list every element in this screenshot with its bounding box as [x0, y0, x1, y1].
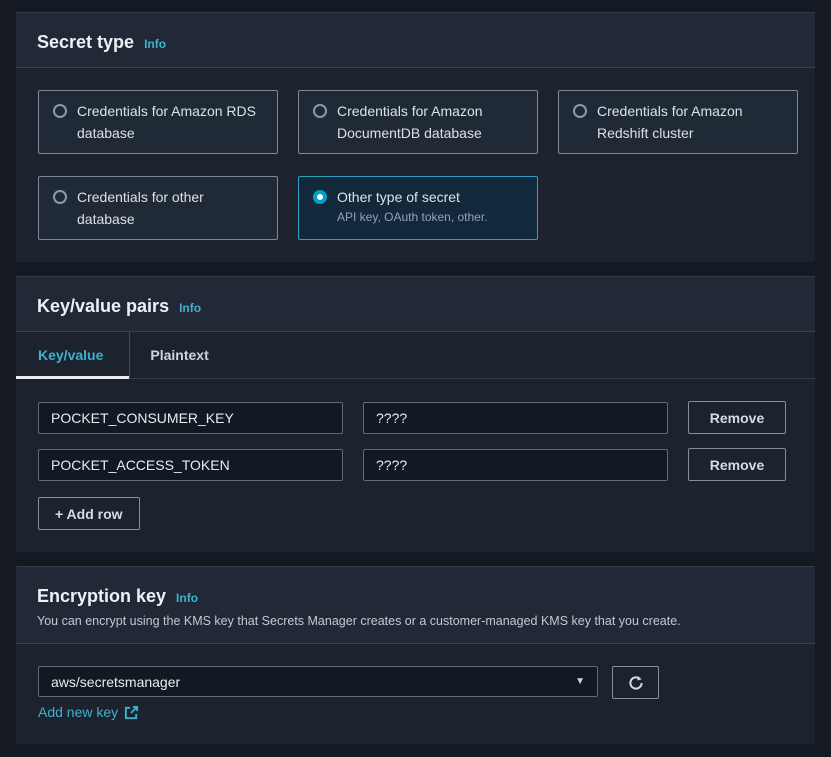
encryption-key-description: You can encrypt using the KMS key that S… — [37, 613, 794, 629]
radio-card-other-secret[interactable]: Other type of secret API key, OAuth toke… — [298, 176, 538, 240]
encryption-key-header: Encryption key Info You can encrypt usin… — [16, 567, 815, 644]
encryption-key-panel: Encryption key Info You can encrypt usin… — [16, 566, 815, 744]
keyvalue-header: Key/value pairs Info — [16, 277, 815, 332]
secret-type-header: Secret type Info — [16, 13, 815, 68]
secret-type-body: Credentials for Amazon RDS database Cred… — [16, 68, 815, 262]
radio-button-icon[interactable] — [573, 104, 587, 118]
kms-key-select[interactable]: aws/secretsmanager ▼ — [38, 666, 598, 697]
keyvalue-grid: Remove Remove — [38, 401, 793, 481]
page: Secret type Info Credentials for Amazon … — [0, 0, 831, 744]
info-link[interactable]: Info — [144, 37, 166, 51]
radio-button-selected-icon[interactable] — [313, 190, 327, 204]
add-new-key-label: Add new key — [38, 704, 118, 720]
radio-card-label: Credentials for other database — [77, 186, 263, 230]
refresh-icon — [627, 674, 645, 692]
add-new-key-link[interactable]: Add new key — [38, 704, 139, 720]
radio-card-label: Credentials for Amazon Redshift cluster — [597, 100, 783, 144]
radio-button-icon[interactable] — [313, 104, 327, 118]
tab-key-value[interactable]: Key/value — [16, 332, 129, 378]
remove-row-button-1[interactable]: Remove — [688, 401, 786, 434]
radio-card-description: API key, OAuth token, other. — [337, 209, 488, 225]
radio-card-label: Credentials for Amazon DocumentDB databa… — [337, 100, 523, 144]
kms-key-select-value: aws/secretsmanager — [51, 674, 180, 690]
secret-type-options: Credentials for Amazon RDS database Cred… — [38, 90, 793, 240]
kv-key-input-2[interactable] — [38, 449, 343, 481]
info-link[interactable]: Info — [176, 591, 198, 605]
panel-title: Key/value pairs — [37, 295, 169, 317]
external-link-icon — [124, 705, 139, 720]
radio-card-redshift[interactable]: Credentials for Amazon Redshift cluster — [558, 90, 798, 154]
keyvalue-body: Remove Remove + Add row — [16, 379, 815, 552]
kv-value-input-2[interactable] — [363, 449, 668, 481]
panel-title: Encryption key — [37, 585, 166, 607]
radio-card-other-database[interactable]: Credentials for other database — [38, 176, 278, 240]
encryption-key-body: aws/secretsmanager ▼ Add new key — [16, 644, 815, 744]
kv-value-input-1[interactable] — [363, 402, 668, 434]
kv-key-input-1[interactable] — [38, 402, 343, 434]
radio-button-icon[interactable] — [53, 104, 67, 118]
radio-card-rds[interactable]: Credentials for Amazon RDS database — [38, 90, 278, 154]
remove-row-button-2[interactable]: Remove — [688, 448, 786, 481]
keyvalue-tabs: Key/value Plaintext — [16, 332, 815, 379]
radio-card-documentdb[interactable]: Credentials for Amazon DocumentDB databa… — [298, 90, 538, 154]
keyvalue-panel: Key/value pairs Info Key/value Plaintext… — [16, 276, 815, 552]
radio-button-icon[interactable] — [53, 190, 67, 204]
secret-type-panel: Secret type Info Credentials for Amazon … — [16, 12, 815, 262]
info-link[interactable]: Info — [179, 301, 201, 315]
add-row-button[interactable]: + Add row — [38, 497, 140, 530]
radio-card-label: Credentials for Amazon RDS database — [77, 100, 263, 144]
panel-title: Secret type — [37, 31, 134, 53]
tab-plaintext[interactable]: Plaintext — [129, 332, 228, 378]
radio-card-label: Other type of secret — [337, 189, 460, 205]
chevron-down-icon: ▼ — [575, 676, 585, 687]
refresh-button[interactable] — [612, 666, 659, 699]
